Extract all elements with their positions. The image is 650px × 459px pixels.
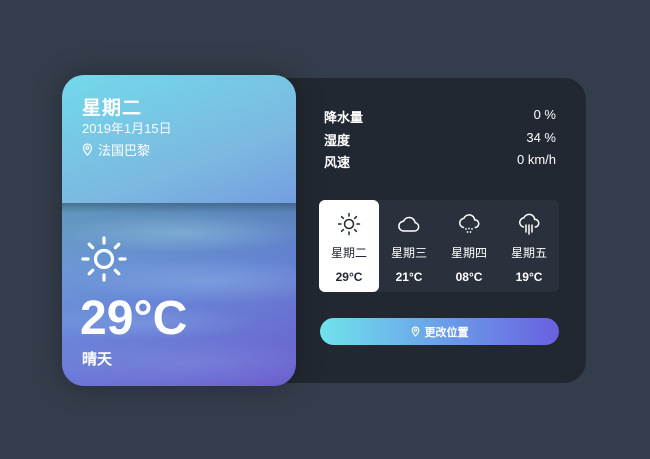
forecast-day-temp: 08°C [455,270,483,284]
date: 2019年1月15日 [82,121,172,136]
stat-wind: 风速 0 km/h [324,152,556,175]
forecast-day-temp: 19°C [515,270,543,284]
current-temperature: 29°C [80,292,188,345]
forecast-day-tuesday[interactable]: 星期二 29°C [319,200,379,292]
weather-description: 晴天 [82,351,113,368]
forecast-day-temp: 29°C [335,270,363,284]
sun-icon [81,236,127,282]
stat-value: 0 km/h [516,152,556,167]
forecast-day-name: 星期五 [510,246,547,260]
stat-value: 34 % [526,129,556,145]
cloud-icon [398,216,420,232]
stat-label: 降水量 [324,110,364,125]
sun-icon [337,212,361,236]
forecast-day-friday[interactable]: 星期五 19°C [499,200,559,292]
forecast-day-name: 星期二 [330,246,367,260]
forecast-day-temp: 21°C [395,270,423,284]
cloud-snow-icon [459,214,480,233]
location-label: 法国巴黎 [98,143,151,158]
forecast-list: 星期二 29°C 星期三 21°C 星期四 08°C 星期五 19°C [319,200,559,292]
day-name: 星期二 [82,98,143,119]
change-location-button[interactable]: 更改位置 [320,318,559,345]
forecast-day-name: 星期四 [450,246,487,260]
stat-label: 湿度 [324,132,351,148]
weather-stats: 降水量 0 % 湿度 34 % 风速 0 km/h [324,107,556,175]
forecast-day-wednesday[interactable]: 星期三 21°C [379,200,439,292]
stat-precipitation: 降水量 0 % [324,107,556,130]
stat-humidity: 湿度 34 % [324,130,556,153]
weather-card: 星期二 2019年1月15日 法国巴黎 29°C 晴天 [62,75,296,386]
map-pin-icon [411,326,419,337]
stat-value: 0 % [533,107,556,122]
forecast-day-thursday[interactable]: 星期四 08°C [439,200,499,292]
change-location-label: 更改位置 [424,326,469,339]
horizon [62,203,296,213]
cloud-rain-icon [519,213,540,235]
stat-label: 风速 [324,155,351,170]
location: 法国巴黎 [82,140,150,159]
weather-widget: 星期二 2019年1月15日 法国巴黎 29°C 晴天 降水量 0 % 湿度 3… [62,75,586,386]
map-pin-icon [82,143,93,156]
forecast-day-name: 星期三 [390,246,427,260]
